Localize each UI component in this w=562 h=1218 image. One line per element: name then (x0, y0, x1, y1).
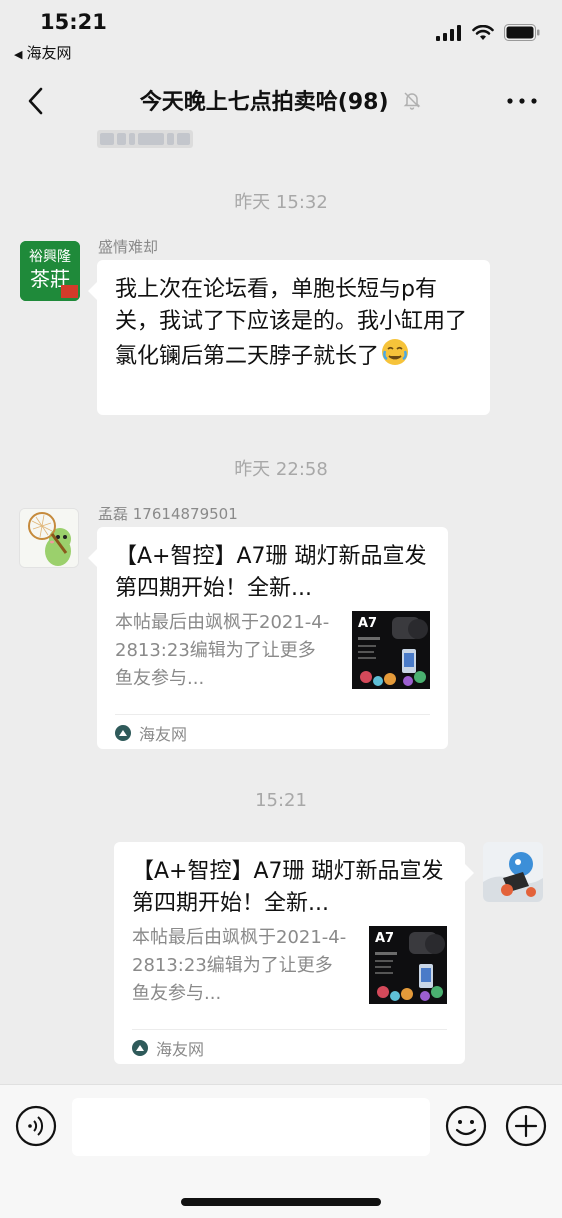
message-text: 我上次在论坛看，单胞长短与p有关，我试了下应该是的。我小缸用了氯化镧后第二天脖子… (97, 260, 490, 390)
more-icon (507, 98, 537, 104)
emoji-icon (445, 1105, 487, 1147)
chat-nav-bar: 今天晚上七点拍卖哈(98) (0, 72, 562, 130)
bell-off-icon (402, 90, 422, 116)
voice-button[interactable] (15, 1105, 57, 1147)
thumbnail-label: A7 (358, 616, 377, 631)
status-bar: 15:21 ◀ 海友网 (0, 0, 562, 72)
text-message-bubble[interactable]: 我上次在论坛看，单胞长短与p有关，我试了下应该是的。我小缸用了氯化镧后第二天脖子… (88, 260, 490, 415)
battery-icon (504, 24, 540, 41)
link-title: 【A+智控】A7珊 瑚灯新品宣发 第四期开始！全新... (115, 544, 427, 601)
link-source: 海友网 (132, 1036, 204, 1060)
source-logo-icon (115, 725, 131, 741)
back-to-app-link[interactable]: ◀ 海友网 (14, 42, 71, 63)
link-divider (115, 714, 430, 715)
more-button[interactable] (504, 84, 540, 118)
link-description: 本帖最后由飒枫于2021-4-2813:23编辑为了让更多鱼友参与... (132, 927, 347, 1004)
back-app-label: 海友网 (26, 44, 72, 62)
previous-message-fragment (97, 130, 193, 148)
link-thumbnail: A7 (352, 611, 430, 689)
link-card[interactable]: 【A+智控】A7珊 瑚灯新品宣发 第四期开始！全新... 本帖最后由飒枫于202… (114, 842, 474, 1064)
home-indicator[interactable] (181, 1198, 381, 1206)
link-source: 海友网 (115, 721, 187, 745)
avatar[interactable] (483, 842, 543, 902)
logo-top-text: 裕興隆 (29, 249, 71, 265)
source-logo-icon (132, 1040, 148, 1056)
message-timestamp: 昨天 15:32 (234, 192, 328, 213)
link-description: 本帖最后由飒枫于2021-4-2813:23编辑为了让更多鱼友参与... (115, 612, 330, 689)
link-title: 【A+智控】A7珊 瑚灯新品宣发 第四期开始！全新... (132, 859, 444, 916)
system-indicators (436, 24, 540, 41)
dinosaur-avatar (20, 509, 78, 567)
back-triangle-icon: ◀ (14, 48, 23, 61)
add-button[interactable] (505, 1105, 547, 1147)
signal-icon (436, 24, 461, 41)
avatar[interactable]: 裕興隆 茶莊 (20, 241, 80, 301)
voice-icon (15, 1105, 57, 1147)
link-thumbnail: A7 (369, 926, 447, 1004)
crying-emoji-icon (381, 338, 409, 376)
thumbnail-label: A7 (375, 931, 394, 946)
link-divider (132, 1029, 447, 1030)
chat-title-text: 今天晚上七点拍卖哈(98) (139, 90, 389, 115)
message-timestamp: 昨天 22:58 (234, 459, 328, 480)
sender-name: 盛情难却 (98, 238, 159, 256)
chat-title: 今天晚上七点拍卖哈(98) (0, 84, 562, 116)
source-name: 海友网 (156, 1040, 205, 1059)
wifi-icon (472, 24, 494, 40)
emoji-button[interactable] (445, 1105, 487, 1147)
plus-icon (505, 1105, 547, 1147)
message-timestamp: 15:21 (255, 790, 307, 811)
avatar[interactable] (19, 508, 79, 568)
sender-name: 孟磊 17614879501 (98, 505, 238, 523)
message-input[interactable] (72, 1098, 430, 1156)
status-time: 15:21 (40, 10, 107, 34)
link-card[interactable]: 【A+智控】A7珊 瑚灯新品宣发 第四期开始！全新... 本帖最后由飒枫于202… (88, 527, 448, 749)
source-name: 海友网 (139, 725, 188, 744)
self-avatar-photo (483, 842, 543, 902)
tea-shop-logo: 裕興隆 茶莊 (20, 241, 80, 301)
